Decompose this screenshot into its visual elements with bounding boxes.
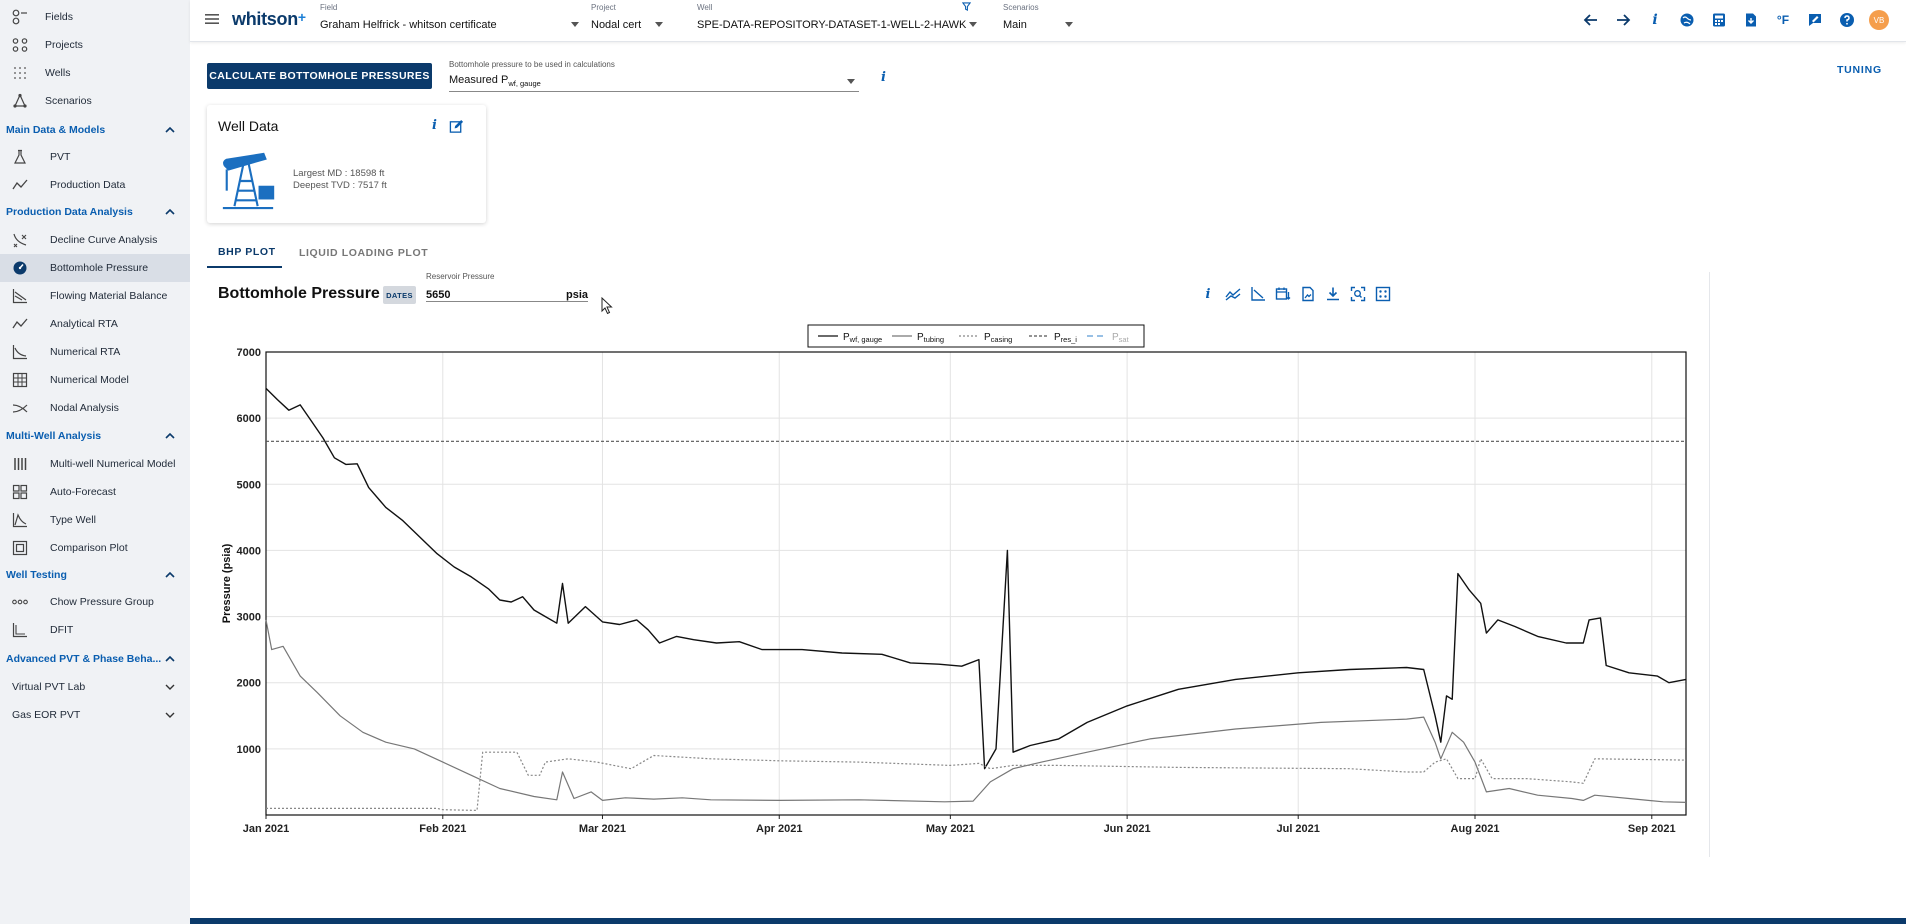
series-line-tubing [265,619,1687,803]
x-tick-label: Feb 2021 [419,823,466,835]
x-tick-label: Sep 2021 [1628,823,1676,835]
y-tick-label: 6000 [237,413,261,425]
series-line-casing [266,751,1687,811]
y-tick-label: 4000 [237,545,261,557]
series-line-wf-gauge [265,387,1687,770]
x-tick-label: May 2021 [926,823,975,835]
y-tick-label: 7000 [237,347,261,359]
y-axis-label: Pressure (psia) [221,543,233,623]
x-tick-label: Jul 2021 [1276,823,1319,835]
y-tick-label: 2000 [237,678,261,690]
y-tick-label: 1000 [237,744,261,756]
bhp-chart[interactable]: 1000 2000 3000 4000 5000 6000 7000 Jan 2021 Feb … [0,0,1906,880]
x-tick-label: Aug 2021 [1451,823,1500,835]
y-tick-label: 3000 [237,612,261,624]
bottom-status-bar [190,918,1906,924]
x-tick-label: Apr 2021 [756,823,802,835]
y-tick-label: 5000 [237,479,261,491]
x-tick-label: Jan 2021 [243,823,289,835]
x-tick-label: Mar 2021 [579,823,626,835]
x-tick-label: Jun 2021 [1104,823,1151,835]
plot-frame [265,351,1687,816]
